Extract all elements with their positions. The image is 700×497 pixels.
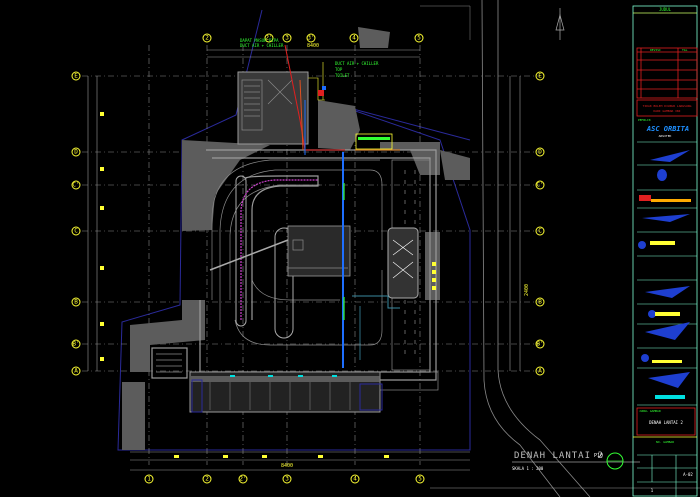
svg-text:A: A — [74, 368, 78, 375]
svg-text:NO. GAMBAR: NO. GAMBAR — [656, 440, 674, 444]
svg-text:3: 3 — [285, 35, 289, 42]
logo-text: ASC ORBITA — [646, 125, 689, 133]
drawing-scale: SKALA 1 : 200 — [512, 466, 544, 471]
dimension-top: 8400 — [307, 43, 319, 49]
svg-text:ARSITEK: ARSITEK — [659, 134, 672, 138]
svg-text:TOP: TOP — [335, 67, 343, 72]
svg-text:JUDUL GAMBAR: JUDUL GAMBAR — [639, 409, 661, 413]
svg-text:B: B — [538, 299, 542, 306]
grid-column-bubbles-bottom: 1 2 2' 3 4 5 — [144, 474, 425, 484]
svg-text:1: 1 — [147, 476, 151, 483]
svg-text:PEMILIK: PEMILIK — [638, 118, 651, 122]
compass-icon — [555, 8, 565, 40]
svg-text:DUCT AIR + CHILLER: DUCT AIR + CHILLER — [335, 61, 379, 66]
svg-text:E: E — [538, 73, 542, 80]
dimension-right: 2400 — [524, 284, 530, 296]
svg-text:C': C' — [72, 182, 79, 189]
svg-text:B': B' — [72, 341, 79, 348]
svg-text:B: B — [74, 299, 78, 306]
svg-text:5: 5 — [417, 35, 421, 42]
grid-column-bubbles-top: 2 2' 3 3' 4 5 — [202, 33, 424, 43]
svg-text:DARI GAMBAR INI: DARI GAMBAR INI — [653, 109, 680, 113]
svg-text:3': 3' — [307, 35, 314, 42]
svg-text:E: E — [74, 73, 78, 80]
svg-text:4: 4 — [352, 35, 356, 42]
svg-text:C: C — [538, 228, 542, 235]
svg-text:C': C' — [536, 182, 543, 189]
dimension-bottom: 8400 — [281, 463, 293, 469]
svg-text:2': 2' — [239, 476, 246, 483]
svg-text:2: 2 — [205, 35, 209, 42]
sheet-title: DENAH LANTAI 2 — [649, 420, 683, 425]
svg-text:A: A — [538, 368, 542, 375]
svg-text:2: 2 — [205, 476, 209, 483]
cad-drawing-canvas[interactable]: 8400 8400 2400 E D C' C B B' A E D C' C … — [0, 0, 700, 497]
grid-row-bubbles-left: E D C' C B B' A — [71, 71, 81, 376]
north-arrow-icon — [606, 452, 624, 470]
drawing-title: DENAH LANTAI 2 — [514, 451, 604, 461]
grid-row-bubbles-right: E D C' C B B' A — [535, 71, 545, 376]
svg-text:B': B' — [536, 341, 543, 348]
svg-text:5: 5 — [418, 476, 422, 483]
svg-text:TGL: TGL — [682, 48, 688, 52]
svg-text:REVISI: REVISI — [650, 48, 661, 52]
svg-text:JUDUL: JUDUL — [659, 7, 672, 12]
page-number: 1 — [651, 488, 654, 493]
svg-text:4: 4 — [353, 476, 357, 483]
svg-text:TOILET: TOILET — [335, 73, 350, 78]
svg-text:3: 3 — [285, 476, 289, 483]
drawing-number: A-02 — [683, 472, 693, 477]
svg-text:D: D — [538, 149, 542, 156]
sheet-code: P10 — [594, 453, 603, 459]
svg-text:DUCT AIR + CHILLER: DUCT AIR + CHILLER — [240, 43, 284, 48]
title-block: JUDUL REVISI TGL TIDAK BOLEH DIUKUR LANG… — [632, 5, 698, 497]
svg-text:TIDAK BOLEH DIUKUR LANGSUNG: TIDAK BOLEH DIUKUR LANGSUNG — [643, 104, 692, 108]
svg-text:D: D — [74, 149, 78, 156]
road-lines — [420, 0, 591, 497]
svg-text:C: C — [74, 228, 78, 235]
